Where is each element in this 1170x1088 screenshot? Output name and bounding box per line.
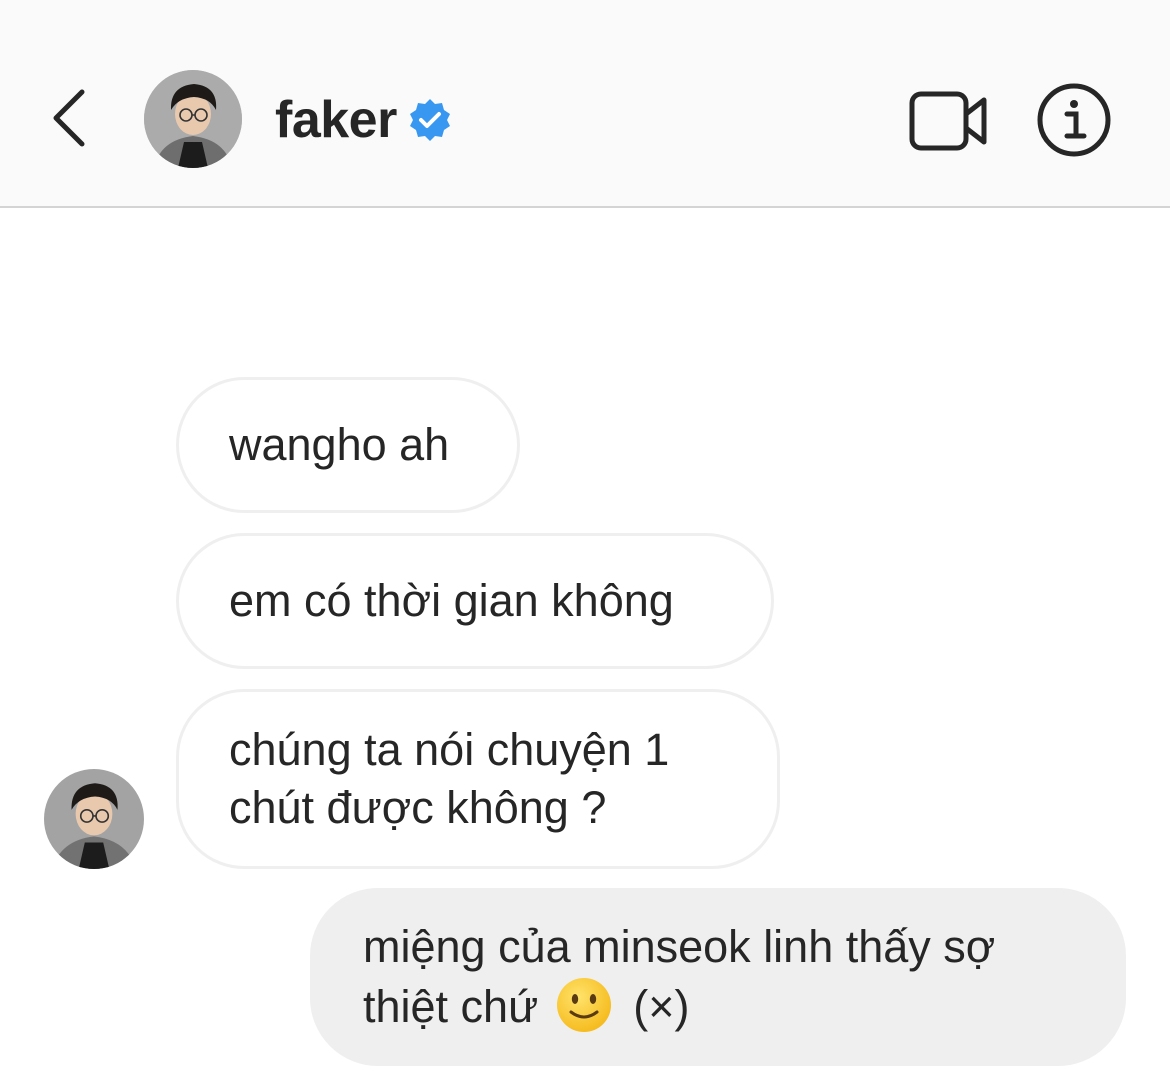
info-button[interactable] xyxy=(1034,80,1114,160)
verified-badge-icon xyxy=(409,99,450,141)
slightly-smiling-face-icon xyxy=(556,978,611,1032)
message-line: chút được không ? xyxy=(229,782,607,833)
chat-title[interactable]: faker xyxy=(275,88,453,152)
message-thread[interactable]: wangho ah em có thời gian không chúng ta… xyxy=(0,208,1170,1088)
avatar[interactable] xyxy=(144,70,242,168)
video-camera-icon xyxy=(909,91,987,151)
message-text: wangho ah xyxy=(229,419,450,470)
message-text: miệng của minseok linh thấy sợ thiệt chứ xyxy=(363,918,995,1036)
message-bubble-sent[interactable]: miệng của minseok linh thấy sợ thiệt chứ xyxy=(310,888,1126,1066)
message-fragment: (×) xyxy=(633,981,690,1032)
profile-photo xyxy=(44,769,144,869)
message-line: miệng của minseok linh thấy sợ xyxy=(363,921,996,972)
message-bubble[interactable]: wangho ah xyxy=(176,377,520,513)
chevron-left-icon xyxy=(53,89,85,147)
chat-header: faker xyxy=(0,0,1170,208)
message-line: chúng ta nói chuyện 1 xyxy=(229,724,670,775)
message-text: em có thời gian không xyxy=(229,575,674,626)
message-bubble[interactable]: chúng ta nói chuyện 1 chút được không ? xyxy=(176,689,780,869)
message-bubble[interactable]: em có thời gian không xyxy=(176,533,774,669)
info-icon xyxy=(1037,83,1111,157)
sender-avatar[interactable] xyxy=(44,769,144,869)
profile-photo xyxy=(144,70,242,168)
message-fragment: thiệt chứ xyxy=(363,981,539,1032)
message-line: thiệt chứ (×) xyxy=(363,976,995,1036)
video-call-button[interactable] xyxy=(906,86,992,156)
message-text: chúng ta nói chuyện 1 chút được không ? xyxy=(229,721,669,837)
username: faker xyxy=(275,91,397,149)
back-button[interactable] xyxy=(40,78,100,158)
